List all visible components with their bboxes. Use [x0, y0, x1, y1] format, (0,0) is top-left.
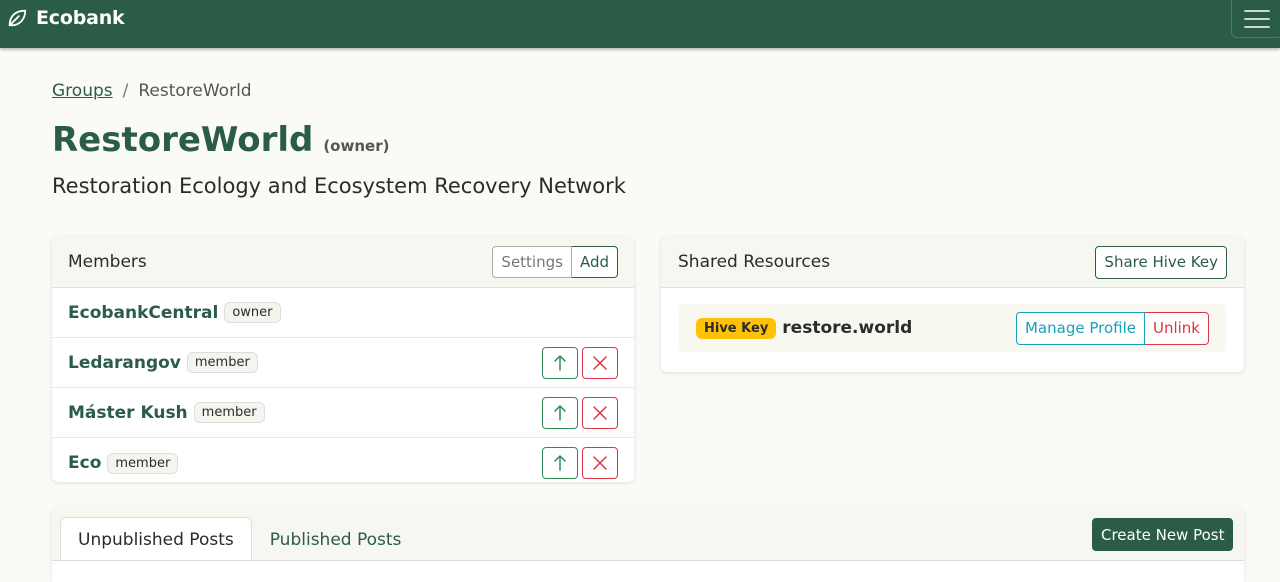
arrow-up-icon	[554, 404, 566, 421]
close-icon	[593, 456, 607, 470]
member-row: Ledarangov member	[52, 338, 634, 388]
posts-card: Unpublished Posts Published Posts Create…	[52, 507, 1244, 582]
breadcrumb-separator: /	[122, 81, 129, 101]
add-member-button[interactable]: Add	[571, 246, 618, 278]
resources-title: Shared Resources	[678, 252, 831, 272]
member-name[interactable]: Ledarangov	[68, 353, 181, 373]
resource-item: Hive Key restore.world Manage Profile Un…	[679, 304, 1226, 352]
members-title: Members	[68, 252, 147, 272]
shared-resources-card: Shared Resources Share Hive Key Hive Key…	[661, 237, 1244, 372]
promote-member-button[interactable]	[542, 346, 578, 379]
resource-name: restore.world	[782, 318, 913, 338]
leaf-icon	[8, 9, 27, 27]
member-row: Máster Kush member	[52, 388, 634, 438]
arrow-up-icon	[554, 454, 566, 471]
page-title: RestoreWorld	[52, 120, 314, 160]
brand-name: Ecobank	[36, 7, 125, 29]
settings-button[interactable]: Settings	[492, 246, 572, 278]
members-button-group: Settings Add	[492, 246, 618, 278]
breadcrumb-groups-link[interactable]: Groups	[52, 81, 113, 101]
members-card: Members Settings Add EcobankCentral owne…	[52, 237, 634, 482]
menu-toggle-button[interactable]	[1231, 0, 1280, 38]
page-title-row: RestoreWorld (owner)	[52, 120, 389, 160]
member-row: EcobankCentral owner	[52, 288, 634, 338]
share-hive-key-button[interactable]: Share Hive Key	[1095, 245, 1227, 279]
brand-link[interactable]: Ecobank	[6, 6, 125, 30]
manage-profile-button[interactable]: Manage Profile	[1015, 311, 1145, 345]
resources-card-header: Shared Resources Share Hive Key	[661, 237, 1244, 288]
close-icon	[593, 355, 607, 370]
breadcrumb-current: RestoreWorld	[138, 81, 252, 101]
create-new-post-button[interactable]: Create New Post	[1092, 518, 1234, 551]
tab-published-posts[interactable]: Published Posts	[252, 517, 420, 561]
tab-unpublished-posts[interactable]: Unpublished Posts	[60, 517, 252, 561]
arrow-up-icon	[554, 354, 566, 371]
close-icon	[593, 405, 607, 420]
ownership-note: (owner)	[323, 137, 390, 155]
hive-key-badge: Hive Key	[696, 317, 777, 339]
posts-body	[52, 561, 1244, 582]
member-row: Eco member	[52, 438, 634, 482]
unlink-button[interactable]: Unlink	[1144, 311, 1209, 345]
role-badge: owner	[224, 302, 281, 323]
promote-member-button[interactable]	[542, 396, 578, 429]
remove-member-button[interactable]	[582, 447, 618, 479]
top-navbar: Ecobank	[0, 0, 1280, 48]
member-name[interactable]: Máster Kush	[68, 403, 188, 423]
member-name[interactable]: EcobankCentral	[68, 303, 218, 323]
remove-member-button[interactable]	[582, 346, 618, 379]
hamburger-icon	[1244, 9, 1270, 12]
posts-tabs: Unpublished Posts Published Posts	[60, 517, 419, 561]
role-badge: member	[107, 452, 179, 474]
group-description: Restoration Ecology and Ecosystem Recove…	[52, 174, 626, 198]
role-badge: member	[193, 402, 265, 423]
role-badge: member	[186, 352, 258, 373]
breadcrumb: Groups / RestoreWorld	[52, 81, 252, 101]
promote-member-button[interactable]	[542, 447, 578, 479]
member-name[interactable]: Eco	[68, 453, 101, 473]
remove-member-button[interactable]	[582, 396, 618, 429]
members-card-header: Members Settings Add	[52, 237, 634, 288]
